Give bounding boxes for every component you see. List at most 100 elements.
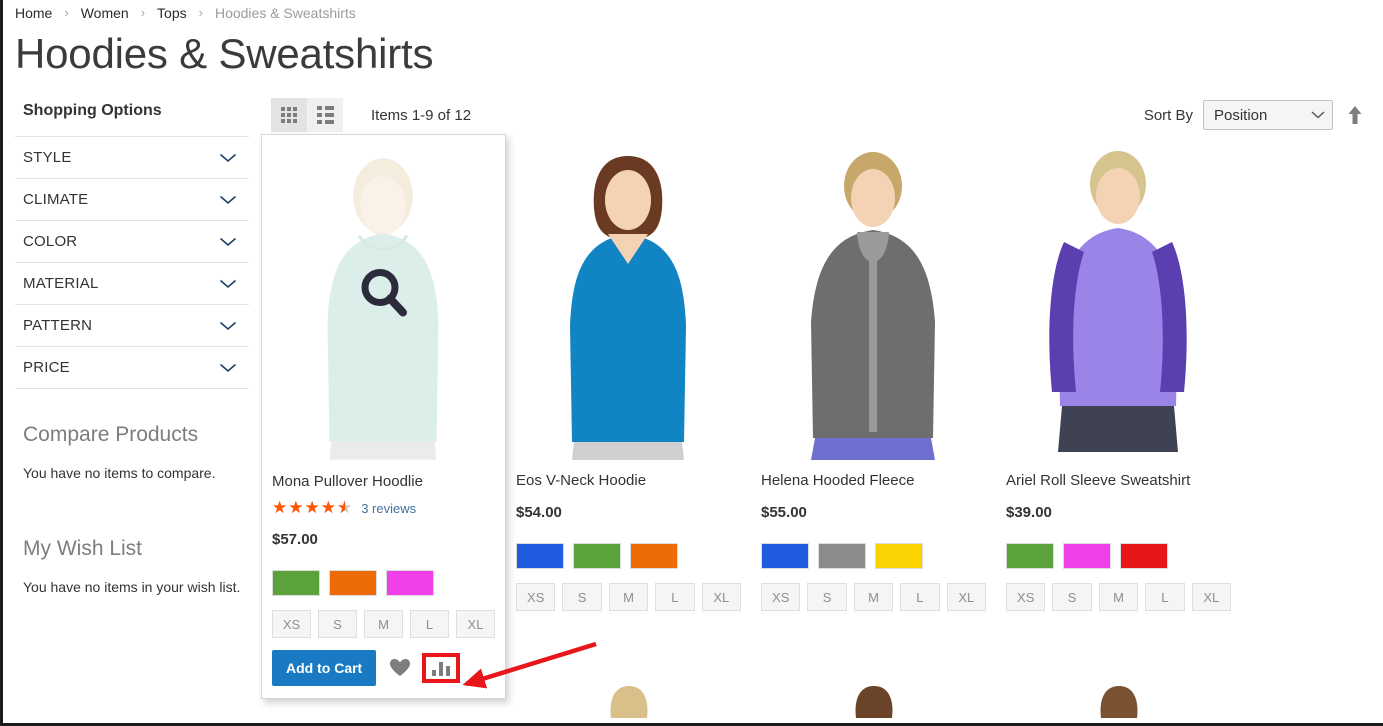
filter-item-color[interactable]: COLOR xyxy=(15,221,249,264)
compare-products-block: Compare Products You have no items to co… xyxy=(15,423,261,481)
product-item[interactable]: Helena Hooded Fleece $55.00 XS S M L XL xyxy=(751,142,996,699)
product-item[interactable]: Ariel Roll Sleeve Sweatshirt $39.00 XS S… xyxy=(996,142,1241,699)
product-name[interactable]: Helena Hooded Fleece xyxy=(761,472,986,490)
filter-item-price[interactable]: PRICE xyxy=(15,347,249,390)
product-image[interactable] xyxy=(516,142,741,461)
filter-label: COLOR xyxy=(23,233,78,251)
filter-label: STYLE xyxy=(23,149,72,167)
breadcrumb-separator-icon: › xyxy=(140,5,146,20)
color-swatch[interactable] xyxy=(1006,543,1054,570)
size-option[interactable]: S xyxy=(1052,583,1092,612)
star-rating-icon: ★★★★★ ★★★★★ xyxy=(272,497,354,518)
compare-products-empty-text: You have no items to compare. xyxy=(23,465,216,482)
breadcrumb-separator-icon: › xyxy=(198,5,203,20)
magnifier-icon xyxy=(358,267,410,324)
color-swatch[interactable] xyxy=(272,570,320,597)
wish-list-block: My Wish List You have no items in your w… xyxy=(15,537,261,595)
size-options: XS S M L XL xyxy=(761,583,987,612)
product-actions: Add to Cart xyxy=(272,650,495,687)
size-options: XS S M L XL xyxy=(272,610,495,639)
filter-label: PATTERN xyxy=(23,317,93,335)
breadcrumb-item-women[interactable]: Women xyxy=(81,5,129,21)
size-option[interactable]: XL xyxy=(456,610,495,639)
size-option[interactable]: XS xyxy=(516,583,556,612)
breadcrumb: Home › Women › Tops › Hoodies & Sweatshi… xyxy=(3,0,1383,22)
size-option[interactable]: XS xyxy=(761,583,801,612)
color-swatch[interactable] xyxy=(573,543,621,570)
product-name[interactable]: Eos V-Neck Hoodie xyxy=(516,472,741,490)
product-item[interactable]: Eos V-Neck Hoodie $54.00 XS S M L XL xyxy=(506,142,751,699)
size-options: XS S M L XL xyxy=(1006,583,1232,612)
filter-item-pattern[interactable]: PATTERN xyxy=(15,305,249,348)
grid-view-icon[interactable] xyxy=(271,98,307,133)
product-toolbar: Items 1-9 of 12 Sort By Position xyxy=(261,92,1383,138)
filter-list: STYLE CLIMATE COLOR MATERIAL PATTERN PRI… xyxy=(15,136,249,390)
product-price: $55.00 xyxy=(761,504,807,522)
color-swatch[interactable] xyxy=(386,570,434,597)
chevron-down-icon xyxy=(219,279,237,289)
size-option[interactable]: S xyxy=(318,610,357,639)
color-swatches xyxy=(272,570,495,597)
product-list-content: Items 1-9 of 12 Sort By Position Mona Pu… xyxy=(261,78,1383,719)
filter-label: CLIMATE xyxy=(23,191,89,209)
compare-products-heading: Compare Products xyxy=(23,423,199,447)
breadcrumb-item-tops[interactable]: Tops xyxy=(157,5,187,21)
arrow-up-icon xyxy=(1348,106,1362,125)
product-item[interactable]: Mona Pullover Hoodlie ★★★★★ ★★★★★ 3 revi… xyxy=(261,134,506,700)
size-option[interactable]: XL xyxy=(946,583,987,612)
size-option[interactable]: M xyxy=(364,610,403,639)
color-swatch[interactable] xyxy=(630,543,678,570)
product-price: $57.00 xyxy=(272,531,318,549)
sort-direction-button[interactable] xyxy=(1347,105,1363,125)
size-option[interactable]: M xyxy=(853,583,894,612)
chevron-down-icon xyxy=(219,363,237,373)
size-option[interactable]: L xyxy=(900,583,940,612)
size-options: XS S M L XL xyxy=(516,583,742,612)
reviews-link[interactable]: 3 reviews xyxy=(361,501,416,516)
size-option[interactable]: XS xyxy=(272,610,311,639)
product-name[interactable]: Mona Pullover Hoodlie xyxy=(272,473,495,491)
breadcrumb-separator-icon: › xyxy=(64,5,69,20)
size-option[interactable]: L xyxy=(1145,583,1185,612)
color-swatch[interactable] xyxy=(516,543,564,570)
page-title: Hoodies & Sweatshirts xyxy=(15,30,434,77)
color-swatch[interactable] xyxy=(818,543,866,570)
compare-bars-icon xyxy=(432,662,451,677)
size-option[interactable]: XL xyxy=(1191,583,1232,612)
items-count-text: Items 1-9 of 12 xyxy=(371,106,472,124)
sort-select[interactable]: Position xyxy=(1203,100,1333,131)
shopping-options-title: Shopping Options xyxy=(23,102,162,120)
size-option[interactable]: M xyxy=(608,583,649,612)
size-option[interactable]: M xyxy=(1098,583,1139,612)
size-option[interactable]: XL xyxy=(701,583,742,612)
sorter: Sort By Position xyxy=(1143,100,1363,131)
size-option[interactable]: XS xyxy=(1006,583,1046,612)
product-name[interactable]: Ariel Roll Sleeve Sweatshirt xyxy=(1006,472,1231,490)
size-option[interactable]: S xyxy=(562,583,602,612)
color-swatch[interactable] xyxy=(1120,543,1168,570)
size-option[interactable]: S xyxy=(807,583,847,612)
product-rating: ★★★★★ ★★★★★ 3 reviews xyxy=(272,499,495,517)
heart-icon[interactable] xyxy=(390,659,411,677)
size-option[interactable]: L xyxy=(655,583,695,612)
filter-item-climate[interactable]: CLIMATE xyxy=(15,179,249,222)
breadcrumb-item-current: Hoodies & Sweatshirts xyxy=(214,4,356,21)
breadcrumb-item-home[interactable]: Home xyxy=(15,5,52,21)
color-swatch[interactable] xyxy=(1063,543,1111,570)
color-swatches xyxy=(761,543,986,570)
product-image[interactable] xyxy=(761,142,986,461)
wish-list-empty-text: You have no items in your wish list. xyxy=(23,579,241,596)
color-swatch[interactable] xyxy=(329,570,377,597)
sort-by-label: Sort By xyxy=(1143,106,1193,124)
color-swatches xyxy=(516,543,741,570)
filter-item-material[interactable]: MATERIAL xyxy=(15,263,249,306)
size-option[interactable]: L xyxy=(410,610,449,639)
color-swatch[interactable] xyxy=(761,543,809,570)
filter-item-style[interactable]: STYLE xyxy=(15,137,249,180)
product-image[interactable] xyxy=(1006,142,1231,461)
list-view-icon[interactable] xyxy=(307,98,343,133)
add-to-cart-button[interactable]: Add to Cart xyxy=(272,650,377,687)
page-layout: Shopping Options STYLE CLIMATE COLOR MAT… xyxy=(3,78,1383,719)
compare-button[interactable] xyxy=(422,653,461,684)
color-swatch[interactable] xyxy=(875,543,923,570)
